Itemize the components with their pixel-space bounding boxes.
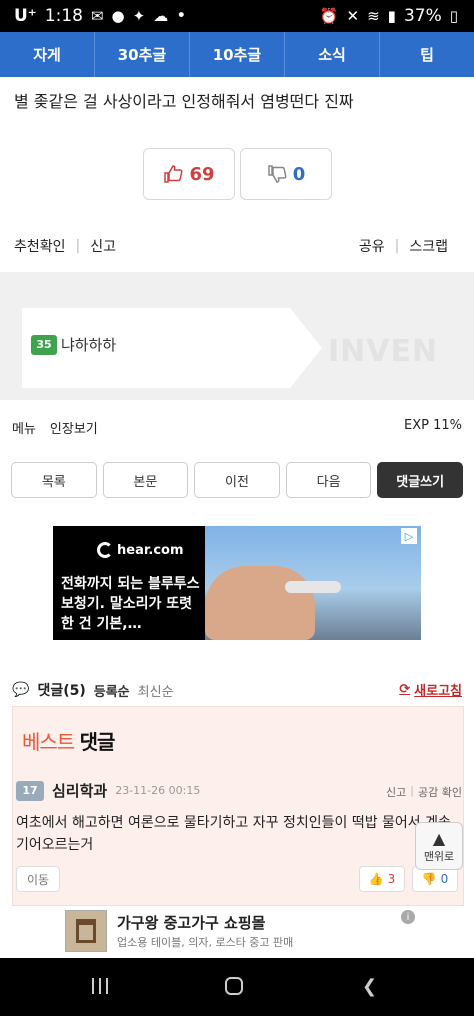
emblem-link[interactable]: 인장보기 [50, 418, 98, 437]
bottom-ad-banner[interactable]: 가구왕 중고가구 쇼핑몰 업소용 테이블, 의자, 로스타 중고 판매 i [53, 906, 421, 958]
alarm-icon: ⏰ [319, 7, 339, 25]
post-nav-buttons: 목록 본문 이전 다음 댓글쓰기 [11, 462, 463, 498]
wifi-icon: ≋ [367, 7, 380, 25]
comments-label: 댓글(5) [37, 683, 86, 699]
profile-links: 메뉴 인장보기 [12, 418, 98, 437]
divider: | [410, 784, 415, 797]
gamepad-icon: ✦ [132, 7, 146, 25]
post-actions-left: 추천확인 | 신고 [14, 236, 116, 256]
comment-text: 여초에서 해고하면 여론으로 물타기하고 자꾸 정치인들이 떡밥 물어서 계속 … [16, 815, 451, 853]
message-icon: ✉ [90, 7, 104, 25]
comment-move-button[interactable]: 이동 [16, 866, 60, 892]
write-comment-button[interactable]: 댓글쓰기 [377, 462, 463, 498]
divider: | [75, 238, 81, 254]
refresh-label: 새로고침 [414, 684, 462, 699]
refresh-icon: ⟳ [399, 682, 411, 697]
inven-logo: INVEN [328, 334, 439, 369]
report-link[interactable]: 신고 [90, 236, 116, 256]
recommend-check-link[interactable]: 추천확인 [14, 236, 66, 256]
system-nav-bar: ❮ [0, 958, 474, 1016]
comment-upvote-count: 3 [387, 872, 396, 886]
prev-button[interactable]: 이전 [194, 462, 280, 498]
battery-level: 37% [403, 6, 442, 26]
nav-item-free[interactable]: 자게 [0, 32, 95, 77]
comment-report-link[interactable]: 신고 [386, 784, 406, 800]
list-button[interactable]: 목록 [11, 462, 97, 498]
bottom-ad-title: 가구왕 중고가구 쇼핑몰 [117, 914, 266, 932]
speech-bubble-icon: 💬 [12, 682, 30, 698]
back-icon[interactable]: ❮ [362, 976, 377, 997]
comment-level-badge: 17 [16, 780, 44, 801]
clock: 1:18 [44, 6, 83, 26]
sort-latest[interactable]: 최신순 [138, 681, 174, 700]
profile-nickname: 냐하하하 [61, 336, 117, 354]
hand-shape [205, 566, 315, 640]
board-nav: 자게 30추글 10추글 소식 팁 [0, 32, 474, 77]
comment-count: (5) [63, 683, 86, 699]
divider: | [394, 238, 400, 254]
comment-actions: 신고 | 공감 확인 [386, 784, 462, 800]
ad-image [205, 526, 421, 640]
arrow-up-icon: ▲ [432, 828, 446, 848]
status-bar: U⁺ 1:18 ✉ ● ✦ ☁ • ⏰ ✕ ≋ ▮ 37% ▯ [0, 0, 474, 32]
post-title: 별 좆같은 걸 사상이라고 인정해줘서 염병떤다 진짜 [14, 92, 354, 111]
menu-link[interactable]: 메뉴 [12, 418, 36, 437]
chair-image [65, 910, 107, 952]
thumbs-up-icon [164, 165, 183, 183]
sort-registered[interactable]: 등록순 [94, 681, 130, 700]
ad-copy: 전화까지 되는 블루투스 보청기. 말소리가 또렷한 건 기본,… [61, 576, 200, 632]
body-button[interactable]: 본문 [102, 462, 189, 498]
hearing-aid-shape [285, 581, 341, 593]
comment-author-name: 심리학과 [52, 782, 108, 800]
signal-icon: ▮ [387, 7, 396, 25]
downvote-button[interactable]: 0 [240, 148, 332, 200]
comment-author[interactable]: 17 심리학과 23-11-26 00:15 [16, 780, 200, 801]
thumbs-up-icon: 👍 [368, 872, 384, 886]
upvote-count: 69 [189, 163, 215, 185]
thumbs-down-icon: 👎 [421, 872, 437, 886]
exp-label: EXP 11% [404, 418, 462, 433]
nav-item-tips[interactable]: 팁 [380, 32, 474, 77]
ad-choices-icon[interactable]: ▷ [401, 528, 417, 544]
best-comments-title: 베스트 댓글 [22, 730, 115, 754]
scroll-top-label: 맨위로 [423, 849, 455, 863]
scroll-top-button[interactable]: ▲ 맨위로 [415, 822, 463, 870]
recent-apps-icon[interactable] [92, 978, 108, 994]
mute-icon: ✕ [346, 7, 360, 25]
home-icon[interactable] [225, 977, 243, 995]
carrier-label: U⁺ [14, 6, 37, 26]
ad-text-panel: hear.com 전화까지 되는 블루투스 보청기. 말소리가 또렷한 건 기본… [53, 526, 205, 640]
share-link[interactable]: 공유 [359, 236, 385, 256]
comment-upvote-button[interactable]: 👍 3 [359, 866, 405, 892]
upvote-button[interactable]: 69 [143, 148, 235, 200]
refresh-button[interactable]: ⟳ 새로고침 [399, 680, 462, 699]
comments-header: 💬 댓글(5) 등록순 최신순 [12, 680, 174, 700]
nav-item-30[interactable]: 30추글 [95, 32, 190, 77]
nav-item-10[interactable]: 10추글 [190, 32, 285, 77]
notification-dot: • [176, 6, 187, 26]
battery-icon: ▯ [449, 7, 458, 25]
thumbs-down-icon [267, 165, 287, 183]
comment-agree-link[interactable]: 공감 확인 [418, 784, 462, 800]
info-icon[interactable]: i [401, 910, 415, 924]
pill-icon: ● [111, 7, 125, 25]
nav-item-news[interactable]: 소식 [285, 32, 380, 77]
scrap-link[interactable]: 스크랩 [409, 236, 448, 256]
level-badge: 35 [31, 334, 57, 355]
ad-logo: hear.com [117, 542, 184, 558]
comment-date: 23-11-26 00:15 [115, 784, 201, 797]
cloud-icon: ☁ [153, 7, 169, 25]
profile-user[interactable]: 35 냐하하하 [31, 334, 116, 355]
next-button[interactable]: 다음 [285, 462, 372, 498]
comment-downvote-count: 0 [440, 872, 449, 886]
ad-banner[interactable]: hear.com 전화까지 되는 블루투스 보청기. 말소리가 또렷한 건 기본… [53, 526, 421, 640]
hear-logo-icon [97, 542, 113, 558]
downvote-count: 0 [292, 163, 306, 185]
post-actions-right: 공유 | 스크랩 [359, 236, 448, 256]
bottom-ad-subtitle: 업소용 테이블, 의자, 로스타 중고 판매 [117, 936, 294, 949]
